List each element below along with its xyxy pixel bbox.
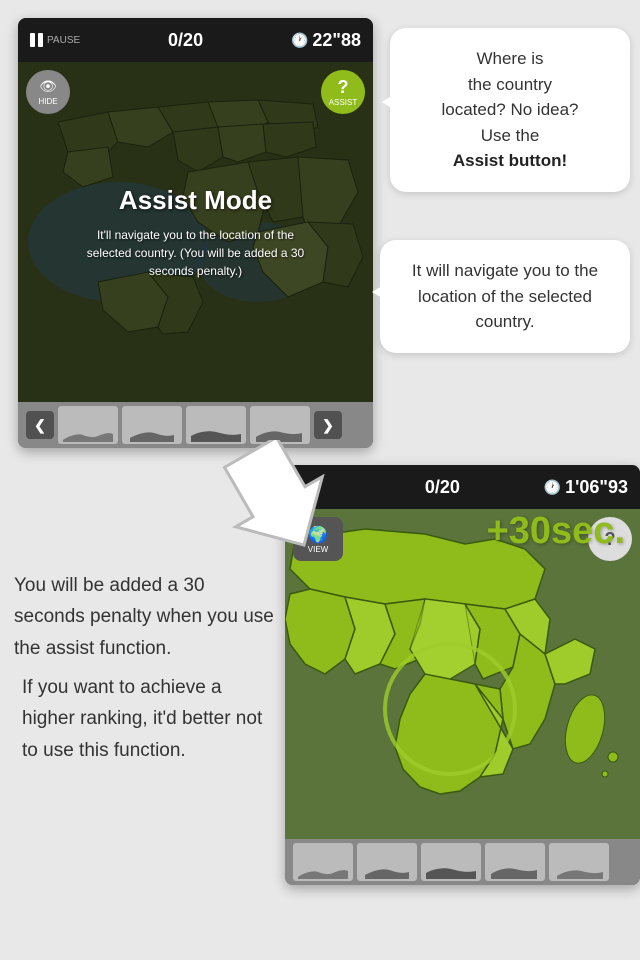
score-display-top: 0/20 [168,30,203,51]
map-area-top: Assist Mode It'll navigate you to the lo… [18,62,373,402]
assist-mode-overlay: Assist Mode It'll navigate you to the lo… [18,62,373,402]
map-area-bottom: 🌍 VIEW ? [285,509,640,839]
speech-bubble-1: Where is the country located? No idea? U… [390,28,630,192]
explanation-text: You will be added a 30 seconds penalty w… [14,570,274,774]
assist-button-label: Assist button! [453,151,567,170]
hide-button[interactable]: 👁 HIDE [26,70,70,114]
clock-icon-bottom: 🕐 [544,479,561,496]
explanation-para-1: You will be added a 30 seconds penalty w… [14,570,274,664]
pause-button[interactable]: PAUSE [30,33,80,47]
timer-top: 🕐 22"88 [291,30,361,51]
clock-icon: 🕐 [291,32,308,49]
countries-strip-bottom [285,839,640,885]
game-header-bottom: 0/20 🕐 1'06"93 [285,465,640,509]
assist-icon: ? [338,77,349,98]
bubble-1-text: Where is the country located? No idea? U… [410,46,610,174]
top-game-screenshot: PAUSE 0/20 🕐 22"88 [18,18,373,448]
game-header-top: PAUSE 0/20 🕐 22"88 [18,18,373,62]
country-flag-uae-b[interactable] [485,843,545,881]
big-arrow [218,440,338,560]
assist-label-top: ASSIST [329,98,357,107]
assist-mode-description: It'll navigate you to the location of th… [86,226,306,280]
score-display-bottom: 0/20 [425,477,460,498]
pause-icon [30,33,43,47]
arrow-left-top[interactable]: ❮ [26,411,54,439]
pause-label: PAUSE [47,35,80,46]
hide-label: HIDE [38,97,57,106]
country-flag-ina[interactable] [58,406,118,444]
eye-icon: 👁 [39,78,57,95]
arrow-right-top[interactable]: ❯ [314,411,342,439]
penalty-display: +30sec. [487,510,625,553]
assist-mode-title: Assist Mode [119,185,272,216]
bubble-2-text: It will navigate you to the location of … [400,258,610,335]
explanation-para-2: If you want to achieve a higher ranking,… [14,672,274,766]
country-flag-uae[interactable] [250,406,310,444]
country-flag-pe[interactable] [549,843,609,881]
country-flag-tanzania-b[interactable] [421,843,481,881]
assist-button-top[interactable]: ? ASSIST [321,70,365,114]
country-flag-poland-b[interactable] [357,843,417,881]
country-flag-poland[interactable] [122,406,182,444]
timer-bottom: 🕐 1'06"93 [544,477,628,498]
country-flag-ina-b[interactable] [293,843,353,881]
speech-bubble-2: It will navigate you to the location of … [380,240,630,353]
country-flag-tanzania[interactable] [186,406,246,444]
